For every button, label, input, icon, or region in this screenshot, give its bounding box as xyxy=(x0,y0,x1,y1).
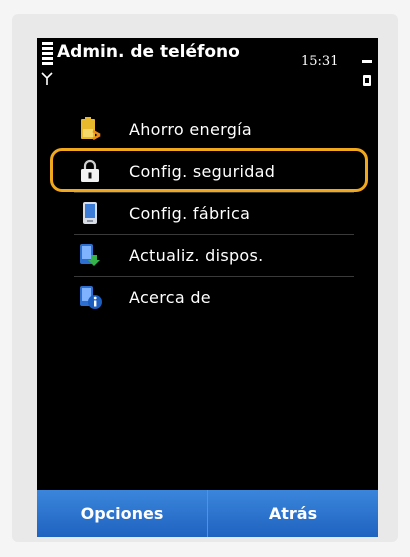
menu-item-ahorro-energia[interactable]: Ahorro energía xyxy=(74,109,354,151)
battery-icon xyxy=(363,75,371,86)
menu-item-label: Ahorro energía xyxy=(129,120,253,139)
menu-item-label: Config. seguridad xyxy=(129,162,276,181)
info-icon xyxy=(80,286,102,309)
antenna-icon xyxy=(41,72,53,85)
menu-item-label: Acerca de xyxy=(129,288,211,307)
menu-item-config-fabrica[interactable]: Config. fábrica xyxy=(74,193,354,235)
menu-item-config-seguridad[interactable]: Config. seguridad xyxy=(74,151,354,193)
phone-icon xyxy=(83,202,97,224)
clock: 15:31 xyxy=(301,54,339,69)
softkey-bar: Opciones Atrás xyxy=(37,490,378,537)
menu-item-label: Config. fábrica xyxy=(129,204,251,223)
back-softkey[interactable]: Atrás xyxy=(208,490,378,537)
menu-list: Ahorro energía Config. seguridad Config.… xyxy=(74,109,354,318)
menu-item-label: Actualiz. dispos. xyxy=(129,246,264,265)
lock-icon xyxy=(81,159,99,182)
power-saving-icon xyxy=(81,117,101,141)
menu-item-actualiz-dispos[interactable]: Actualiz. dispos. xyxy=(74,235,354,277)
options-softkey[interactable]: Opciones xyxy=(37,490,208,537)
menu-item-acerca-de[interactable]: Acerca de xyxy=(74,277,354,318)
battery-level-bar xyxy=(362,60,372,63)
signal-strength-icon xyxy=(42,42,53,68)
device-update-icon xyxy=(80,244,100,266)
screen-title: Admin. de teléfono xyxy=(57,42,240,62)
